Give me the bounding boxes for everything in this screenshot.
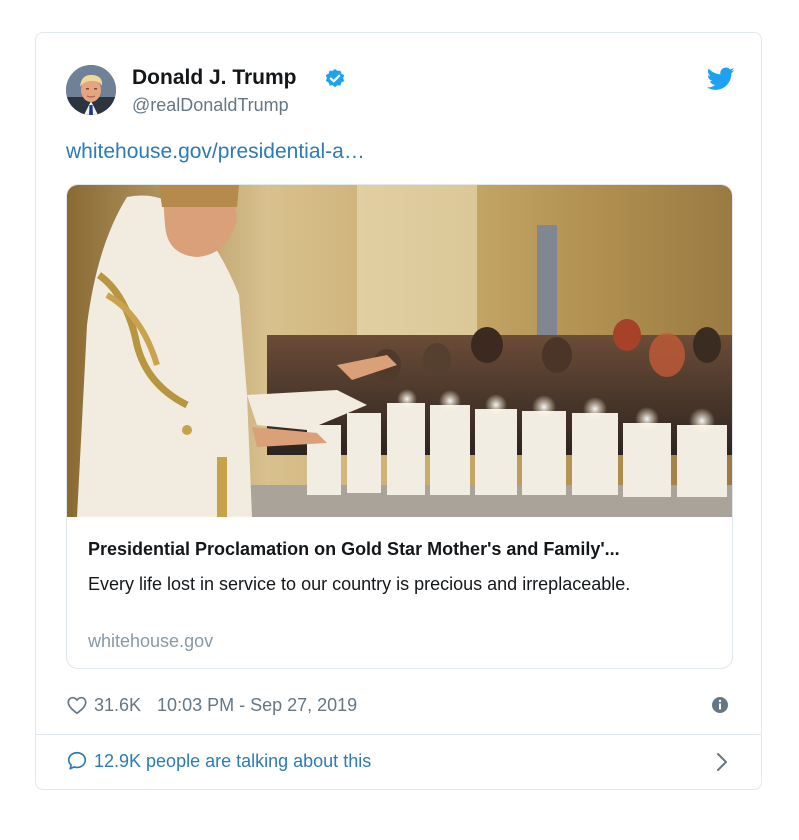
info-icon[interactable] [711, 696, 729, 714]
chevron-right-icon[interactable] [712, 751, 732, 773]
author-handle[interactable]: @realDonaldTrump [132, 95, 289, 116]
verified-badge-icon [325, 68, 345, 88]
tweet-meta-row: 31.6K 10:03 PM - Sep 27, 2019 [66, 693, 357, 717]
card-description: Every life lost in service to our countr… [88, 574, 631, 594]
twitter-bird-icon[interactable] [707, 67, 735, 91]
card-domain: whitehouse.gov [88, 631, 214, 651]
card-title: Presidential Proclamation on Gold Star M… [88, 539, 620, 559]
tweet-embed-card: Donald J. Trump @realDonaldTrump whiteho… [35, 32, 762, 790]
divider [36, 734, 761, 735]
tweet-timestamp[interactable]: 10:03 PM - Sep 27, 2019 [157, 695, 357, 716]
like-count[interactable]: 31.6K [94, 695, 141, 716]
heart-icon[interactable] [66, 694, 88, 716]
author-name[interactable]: Donald J. Trump [132, 66, 297, 90]
conversation-link[interactable]: 12.9K people are talking about this [66, 750, 371, 772]
link-preview-card[interactable]: Presidential Proclamation on Gold Star M… [66, 184, 733, 669]
speech-bubble-icon [67, 751, 87, 770]
card-image [67, 185, 732, 517]
avatar[interactable] [66, 65, 116, 115]
conversation-text: 12.9K people are talking about this [94, 750, 372, 771]
tweet-link[interactable]: whitehouse.gov/presidential-a… [66, 140, 365, 164]
